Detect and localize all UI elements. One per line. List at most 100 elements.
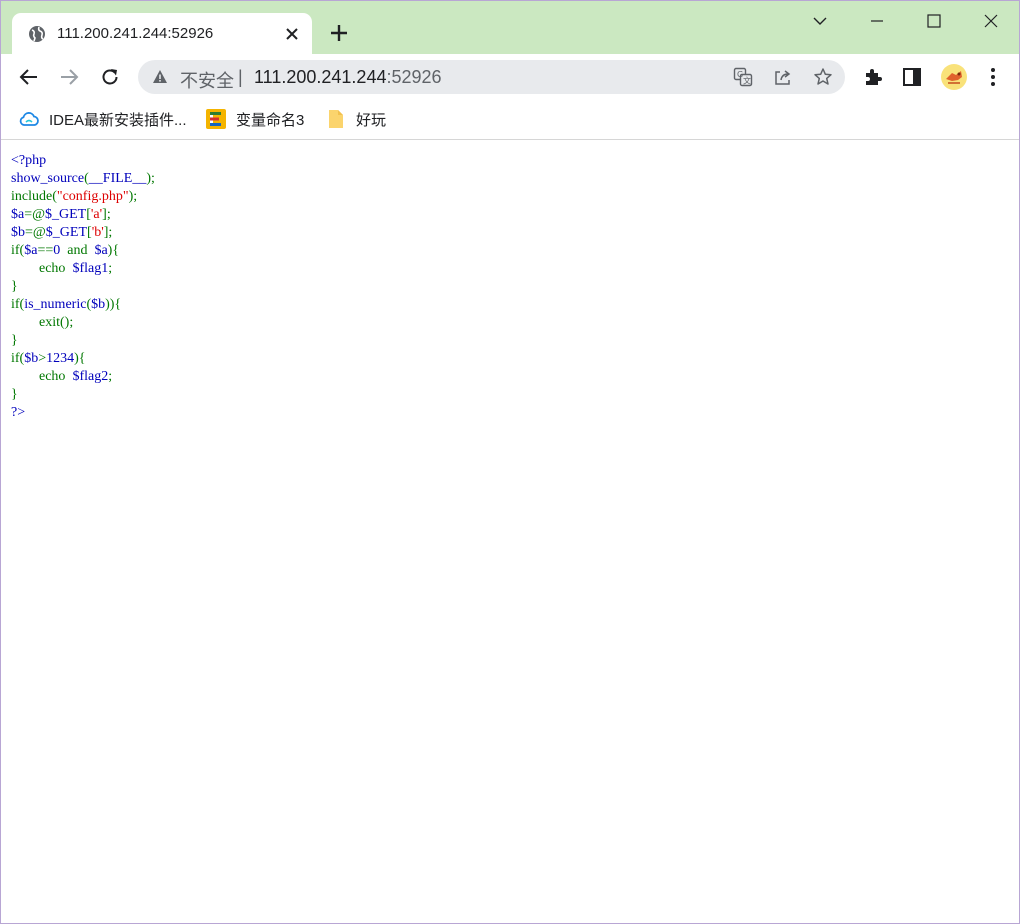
folder-icon — [326, 109, 346, 129]
tab-search-button[interactable] — [808, 9, 832, 33]
php-source-code: <?php show_source(__FILE__); include("conf… — [11, 152, 1001, 422]
app-icon — [206, 109, 226, 129]
star-icon[interactable] — [813, 67, 833, 87]
warning-icon[interactable] — [152, 69, 168, 85]
code-token: $_GET — [45, 207, 87, 222]
reload-button[interactable] — [97, 64, 123, 90]
code-token: is_numeric — [24, 297, 87, 312]
forward-arrow-icon — [61, 69, 79, 85]
code-token: $a — [94, 243, 108, 258]
extensions-icon — [866, 69, 882, 85]
code-line: if(is_numeric($b)){ — [11, 296, 1001, 314]
bookmark-idea[interactable]: IDEA最新安装插件... — [19, 108, 187, 130]
code-line: echo $flag1; — [11, 260, 1001, 278]
code-token: $_GET — [45, 225, 88, 240]
code-token: include( — [11, 189, 57, 204]
new-tab-button[interactable] — [327, 21, 351, 45]
url-port: :52926 — [386, 67, 442, 87]
code-token: ); — [128, 189, 138, 204]
code-token: __FILE__ — [88, 171, 147, 186]
translate-icon[interactable]: G文 — [733, 67, 753, 87]
close-icon[interactable] — [282, 24, 302, 44]
code-token: <?php — [11, 153, 47, 168]
code-token: $a — [11, 207, 25, 222]
code-token: ]; — [102, 207, 111, 222]
code-line: } — [11, 332, 1001, 350]
maximize-button[interactable] — [922, 9, 946, 33]
page-content: <?php show_source(__FILE__); include("conf… — [11, 152, 1001, 422]
menu-button[interactable] — [980, 64, 1006, 90]
svg-text:文: 文 — [743, 76, 751, 86]
bookmark-label: 变量命名3 — [236, 111, 305, 129]
code-token: if( — [11, 351, 25, 366]
code-line: if($a==0 and $a){ — [11, 242, 1001, 260]
omnibox-separator: | — [238, 67, 243, 87]
code-line: $a=@$_GET['a']; — [11, 206, 1001, 224]
code-token: $a — [24, 243, 38, 258]
code-token: } — [11, 387, 18, 402]
back-arrow-icon — [19, 69, 37, 85]
code-token: =@ — [24, 207, 46, 222]
code-token: 'a' — [90, 207, 103, 222]
minimize-button[interactable] — [865, 9, 889, 33]
code-line: $b=@$_GET['b']; — [11, 224, 1001, 242]
avatar[interactable] — [939, 62, 969, 92]
code-token: $flag1 — [72, 261, 109, 276]
menu-icon — [991, 68, 995, 86]
side-panel-icon — [903, 68, 921, 86]
tab-title: 111.200.241.244:52926 — [57, 25, 214, 42]
chevron-down-icon — [813, 17, 827, 25]
extensions-button[interactable] — [860, 64, 886, 90]
code-token: ){ — [107, 243, 120, 258]
back-button[interactable] — [16, 64, 42, 90]
maximize-icon — [927, 14, 941, 28]
address-bar[interactable]: 不安全 | 111.200.241.244:52926 G文 — [138, 60, 845, 94]
code-token: ]; — [103, 225, 113, 240]
code-token: if( — [11, 297, 25, 312]
code-token: } — [11, 333, 18, 348]
tab-active[interactable]: 111.200.241.244:52926 — [12, 13, 312, 54]
code-line: exit(); — [11, 314, 1001, 332]
code-token: 'b' — [91, 225, 104, 240]
cloud-icon — [19, 109, 39, 129]
code-line: include("config.php"); — [11, 188, 1001, 206]
code-token: "config.php" — [56, 189, 129, 204]
bookmark-folder-haowan[interactable]: 好玩 — [326, 108, 386, 130]
reload-icon — [102, 69, 118, 85]
code-line: if($b>1234){ — [11, 350, 1001, 368]
code-token: $flag2 — [72, 369, 109, 384]
side-panel-button[interactable] — [899, 64, 925, 90]
code-line: echo $flag2; — [11, 368, 1001, 386]
code-token: $b — [24, 351, 39, 366]
insecure-label[interactable]: 不安全 — [180, 67, 234, 93]
window-close-button[interactable] — [979, 9, 1003, 33]
bookmark-variable-naming[interactable]: 变量命名3 — [206, 108, 304, 130]
code-token: )){ — [105, 297, 122, 312]
code-token: $b — [91, 297, 106, 312]
code-token: ; — [108, 261, 113, 276]
code-token: == — [37, 243, 54, 258]
code-token: and — [60, 243, 95, 258]
minimize-icon — [871, 20, 883, 22]
code-line: } — [11, 278, 1001, 296]
code-token: } — [11, 279, 18, 294]
code-token: ?> — [11, 405, 26, 420]
code-token: 1234 — [46, 351, 75, 366]
toolbar: 不安全 | 111.200.241.244:52926 G文 — [1, 54, 1019, 100]
share-icon[interactable] — [773, 67, 793, 87]
code-token: ; — [108, 369, 113, 384]
forward-button[interactable] — [56, 64, 82, 90]
code-line: ?> — [11, 404, 1001, 422]
bookmark-label: 好玩 — [356, 111, 387, 129]
code-token: =@ — [25, 225, 46, 240]
code-token: $b — [11, 225, 25, 240]
code-token: if( — [11, 243, 25, 258]
code-token: > — [38, 351, 47, 366]
code-token: (); — [60, 315, 74, 330]
code-token: exit — [39, 315, 60, 330]
url-text[interactable]: 111.200.241.244:52926 — [254, 67, 442, 88]
code-token: ); — [146, 171, 155, 186]
code-token: ){ — [74, 351, 86, 366]
code-line: } — [11, 386, 1001, 404]
